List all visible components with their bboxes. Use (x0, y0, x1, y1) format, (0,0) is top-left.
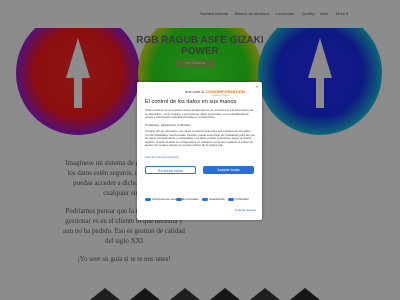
modal-title: El control de los datos en sus manos (145, 99, 237, 105)
toggle-functional[interactable]: Funcionales (176, 197, 199, 201)
consent-toggles: Estrictamente necesarias Funcionales Est… (145, 197, 257, 203)
cookie-consent-modal: ✕ one.com & CODEINFORMATION cookie conse… (137, 82, 262, 220)
toggle-switch-icon (176, 197, 182, 201)
toggle-label: Funcionales (183, 197, 199, 201)
toggle-switch-icon (202, 197, 208, 201)
close-icon[interactable]: ✕ (256, 84, 259, 89)
logo-part-1: one.com (185, 89, 201, 94)
save-settings-link[interactable]: Guardar ajustes (235, 208, 256, 212)
accept-all-button[interactable]: Aceptar todas (203, 166, 254, 174)
toggle-advertising[interactable]: Publicidad (228, 197, 248, 201)
modal-text-1: Tanto nosotros como nuestros socios alma… (145, 108, 254, 120)
reject-all-button[interactable]: Rechazar todas (145, 166, 196, 174)
toggle-statistics[interactable]: Estadísticas (202, 197, 225, 201)
toggle-label: Estadísticas (209, 197, 225, 201)
modal-text-2: Finalidades, Estadísticas, Publicidad (145, 123, 191, 127)
logo-subtitle: cookie consent (212, 94, 229, 97)
modal-text-3: Al hacer clic en «Aceptar», nos da su co… (145, 129, 255, 148)
toggle-switch-icon (145, 197, 151, 201)
partners-link[interactable]: Lista de socios (proveedores) (145, 156, 179, 159)
toggle-label: Publicidad (235, 197, 249, 201)
toggle-switch-icon (228, 197, 234, 201)
